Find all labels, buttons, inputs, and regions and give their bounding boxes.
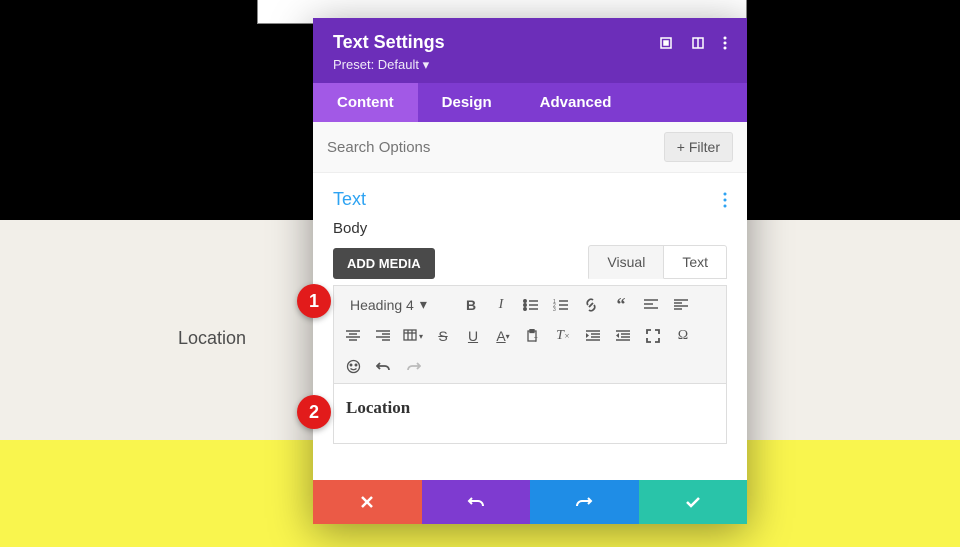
- text-settings-panel: Text Settings Preset: Default ▾ Content …: [313, 18, 747, 524]
- redo-icon[interactable]: [402, 355, 424, 377]
- panel-preset[interactable]: Preset: Default ▾: [333, 57, 445, 73]
- table-icon[interactable]: ▾: [402, 325, 424, 347]
- align-right-icon[interactable]: [372, 325, 394, 347]
- add-media-button[interactable]: ADD MEDIA: [333, 248, 435, 279]
- tab-advanced[interactable]: Advanced: [516, 83, 636, 122]
- save-button[interactable]: [639, 480, 748, 524]
- bold-icon[interactable]: B: [460, 294, 482, 316]
- text-color-icon[interactable]: A ▾: [492, 325, 514, 347]
- expand-icon[interactable]: [659, 36, 673, 50]
- panel-header-icons: [659, 36, 727, 50]
- editor-tab-visual[interactable]: Visual: [588, 245, 664, 279]
- quote-icon[interactable]: “: [610, 294, 632, 316]
- redo-button[interactable]: [530, 480, 639, 524]
- undo-icon[interactable]: [372, 355, 394, 377]
- body-label: Body: [333, 220, 727, 237]
- link-icon[interactable]: [580, 294, 602, 316]
- clear-format-icon[interactable]: T×: [552, 325, 574, 347]
- cancel-button[interactable]: [313, 480, 422, 524]
- editor-tabs: Visual Text: [588, 245, 727, 279]
- editor-tab-text[interactable]: Text: [664, 245, 727, 279]
- special-char-icon[interactable]: Ω: [672, 325, 694, 347]
- section-title[interactable]: Text: [333, 189, 366, 210]
- svg-text:3: 3: [553, 307, 556, 312]
- bottom-bar: [313, 480, 747, 524]
- page-location-heading: Location: [178, 328, 246, 349]
- filter-button[interactable]: + Filter: [664, 132, 733, 162]
- more-icon[interactable]: [723, 36, 727, 50]
- emoji-icon[interactable]: [342, 355, 364, 377]
- format-select[interactable]: Heading 4 ▾: [342, 292, 452, 317]
- align-left-icon[interactable]: [640, 294, 662, 316]
- section-header: Text: [313, 173, 747, 214]
- tab-design[interactable]: Design: [418, 83, 516, 122]
- chevron-down-icon: ▾: [420, 296, 427, 313]
- align-center-icon[interactable]: [342, 325, 364, 347]
- editor-content[interactable]: Location: [333, 384, 727, 444]
- align-left2-icon[interactable]: [670, 294, 692, 316]
- search-row: + Filter: [313, 122, 747, 173]
- callout-2: 2: [297, 395, 331, 429]
- body-area: Body ADD MEDIA Visual Text Heading 4 ▾ B…: [313, 214, 747, 460]
- panel-tabs: Content Design Advanced: [313, 83, 747, 122]
- tab-content[interactable]: Content: [313, 83, 418, 122]
- fullscreen-icon[interactable]: [642, 325, 664, 347]
- outdent-icon[interactable]: [612, 325, 634, 347]
- strikethrough-icon[interactable]: S: [432, 325, 454, 347]
- section-more-icon[interactable]: [723, 192, 727, 208]
- svg-text:T: T: [534, 338, 538, 343]
- callout-1: 1: [297, 284, 331, 318]
- indent-icon[interactable]: [582, 325, 604, 347]
- italic-icon[interactable]: I: [490, 294, 512, 316]
- bullet-list-icon[interactable]: [520, 294, 542, 316]
- panel-header: Text Settings Preset: Default ▾: [313, 18, 747, 83]
- layout-icon[interactable]: [691, 36, 705, 50]
- numbered-list-icon[interactable]: 123: [550, 294, 572, 316]
- paste-icon[interactable]: T: [522, 325, 544, 347]
- editor-toolbar: Heading 4 ▾ B I 123 “ ▾ S U A ▾ T T× Ω: [333, 285, 727, 384]
- panel-title: Text Settings: [333, 32, 445, 53]
- underline-icon[interactable]: U: [462, 325, 484, 347]
- search-input[interactable]: [327, 139, 527, 156]
- undo-button[interactable]: [422, 480, 531, 524]
- media-tabs-row: ADD MEDIA Visual Text: [333, 245, 727, 279]
